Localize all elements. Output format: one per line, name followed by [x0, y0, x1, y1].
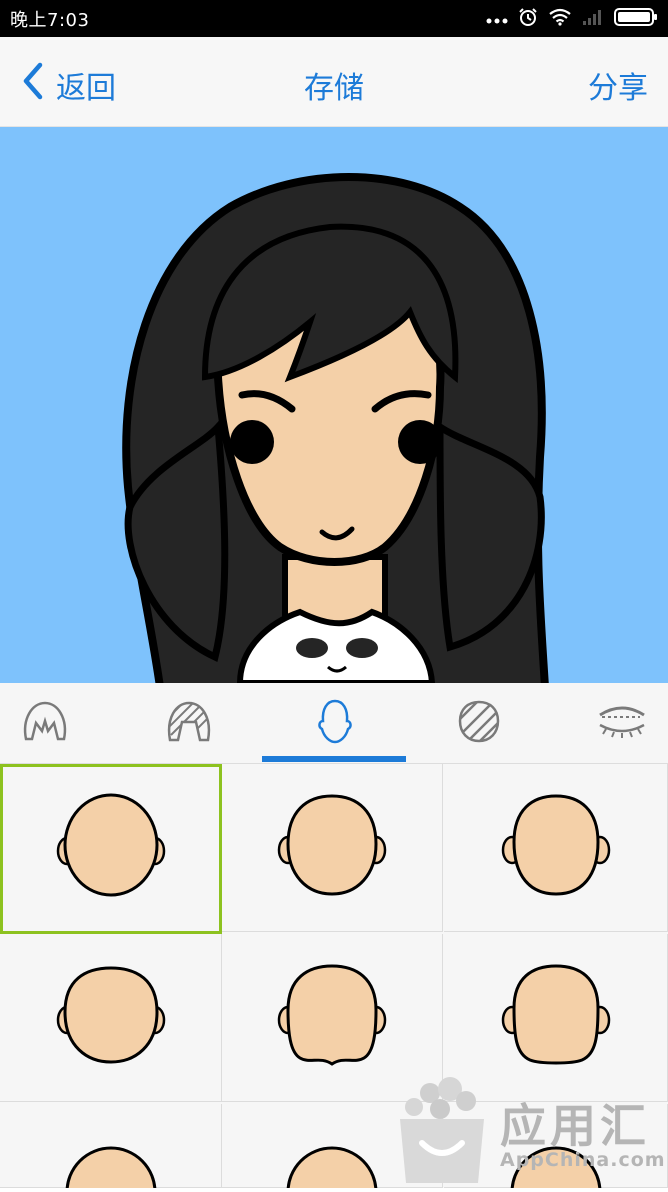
face-option-3[interactable] [444, 764, 668, 932]
face-shape-grid [0, 764, 668, 1192]
tab-eyebrow-eye[interactable] [557, 683, 668, 763]
status-icons [486, 7, 658, 31]
back-button[interactable]: 返回 [22, 61, 116, 109]
face-option-1[interactable] [0, 764, 222, 934]
round-face-icon [53, 1146, 169, 1192]
save-button[interactable]: 存储 [304, 71, 364, 106]
round-face-icon [274, 792, 390, 904]
face-option-4[interactable] [0, 934, 222, 1102]
share-button[interactable]: 分享 [588, 63, 648, 107]
alarm-clock-icon [518, 7, 538, 31]
wide-face-icon [53, 962, 169, 1074]
bangs-icon [166, 700, 212, 746]
face-option-2[interactable] [222, 764, 443, 932]
avatar-illustration [122, 173, 549, 683]
category-tab-bar [0, 683, 668, 764]
tab-hairstyle[interactable] [0, 683, 110, 763]
tab-hair-pattern[interactable] [414, 683, 544, 763]
round-face-icon [53, 793, 169, 905]
round-face-icon [498, 792, 614, 904]
status-time: 晚上7:03 [10, 10, 90, 31]
face-option-5[interactable] [222, 934, 443, 1102]
chevron-left-icon [22, 61, 44, 109]
square-face-icon [498, 962, 614, 1074]
face-option-9[interactable] [444, 1104, 668, 1192]
avatar-canvas [0, 127, 668, 683]
wifi-icon [548, 8, 572, 30]
hairstyle-icon [20, 699, 70, 747]
round-face-icon [498, 1146, 614, 1192]
face-option-6[interactable] [444, 934, 668, 1102]
tab-face-shape[interactable] [270, 683, 400, 763]
status-bar: 晚上7:03 [0, 0, 668, 37]
battery-icon [614, 8, 658, 30]
selected-tab-indicator [262, 756, 406, 762]
hair-pattern-icon [456, 699, 502, 747]
tab-bangs[interactable] [124, 683, 254, 763]
face-option-8[interactable] [222, 1104, 443, 1192]
nav-bar: 返回 存储 分享 [0, 37, 668, 127]
square-face-icon [274, 962, 390, 1074]
face-option-7[interactable] [0, 1104, 222, 1192]
eyebrow-eye-icon [596, 701, 648, 745]
round-face-icon [274, 1146, 390, 1192]
signal-icon [582, 9, 604, 29]
face-shape-icon [311, 697, 359, 749]
back-label: 返回 [56, 71, 116, 106]
more-dots-icon [486, 10, 508, 29]
